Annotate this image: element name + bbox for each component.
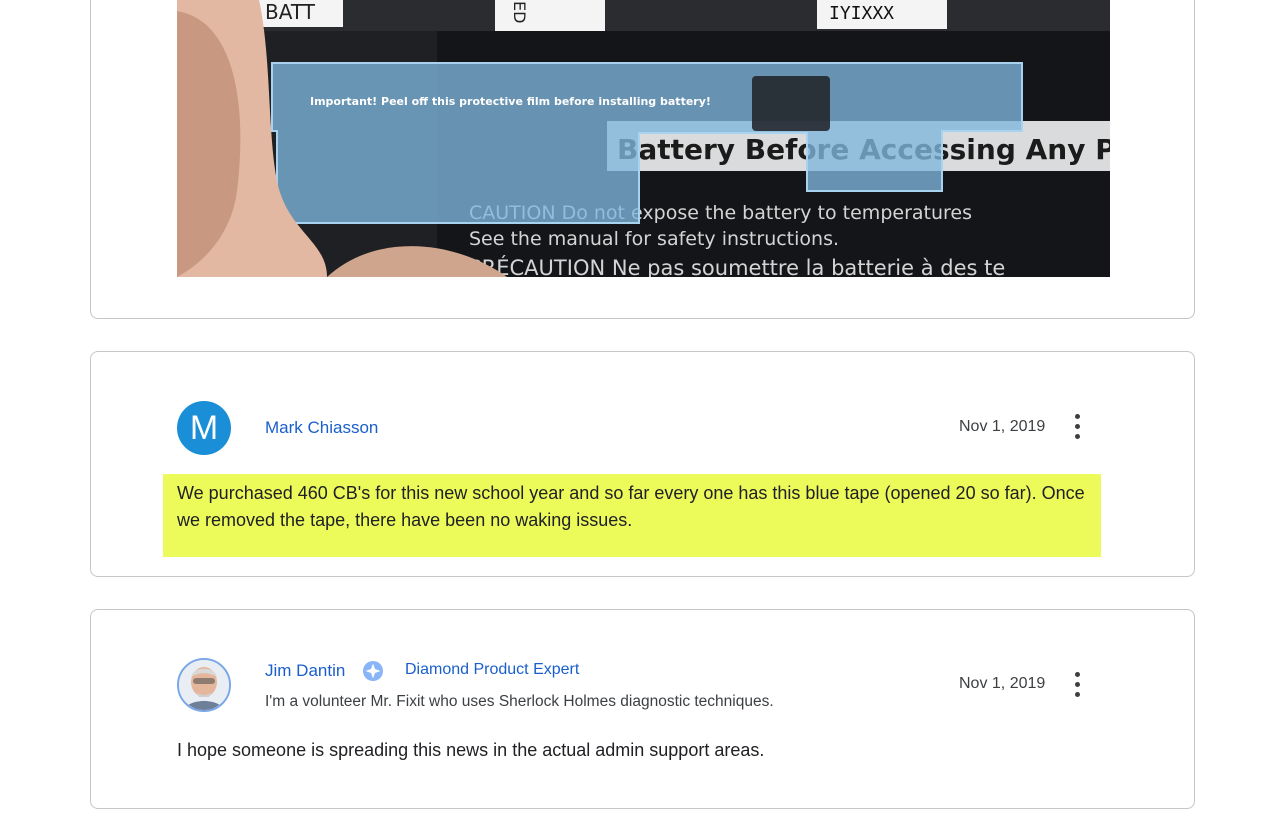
reply-card: Jim Dantin Diamond Product Expert I'm a …: [90, 609, 1195, 809]
author-tagline: I'm a volunteer Mr. Fixit who uses Sherl…: [265, 693, 774, 710]
more-options-button[interactable]: [1068, 412, 1088, 442]
post-date: Nov 1, 2019: [959, 418, 1046, 435]
battery-manual-line: See the manual for safety instructions.: [469, 228, 839, 250]
avatar[interactable]: M: [177, 401, 231, 455]
ed-label-text: ED: [510, 1, 529, 23]
expert-level-link[interactable]: Diamond Product Expert: [405, 660, 579, 680]
photo-card: BATT ED IYIXXX Battery Before Accessing …: [90, 0, 1195, 319]
reply-body-text: We purchased 460 CB's for this new schoo…: [177, 483, 1085, 530]
author-name-link[interactable]: Mark Chiasson: [265, 418, 378, 438]
diamond-star-icon: [363, 661, 383, 681]
avatar[interactable]: [177, 658, 231, 712]
author-name-link[interactable]: Jim Dantin: [265, 661, 345, 681]
profile-picture-icon: [179, 660, 229, 710]
battery-photo[interactable]: BATT ED IYIXXX Battery Before Accessing …: [177, 0, 1110, 277]
reply-card: M Mark Chiasson Nov 1, 2019 We purchased…: [90, 351, 1195, 577]
more-options-button[interactable]: [1068, 670, 1088, 700]
film-instruction-text: Important! Peel off this protective film…: [310, 95, 711, 108]
batt-label-text: BATT: [265, 0, 316, 24]
battery-precaution-line: PRÉCAUTION Ne pas soumettre la batterie …: [469, 255, 1005, 277]
post-date: Nov 1, 2019: [959, 675, 1046, 692]
barcode-label-text: IYIXXX: [829, 3, 894, 24]
reply-body-text: I hope someone is spreading this news in…: [177, 740, 765, 760]
